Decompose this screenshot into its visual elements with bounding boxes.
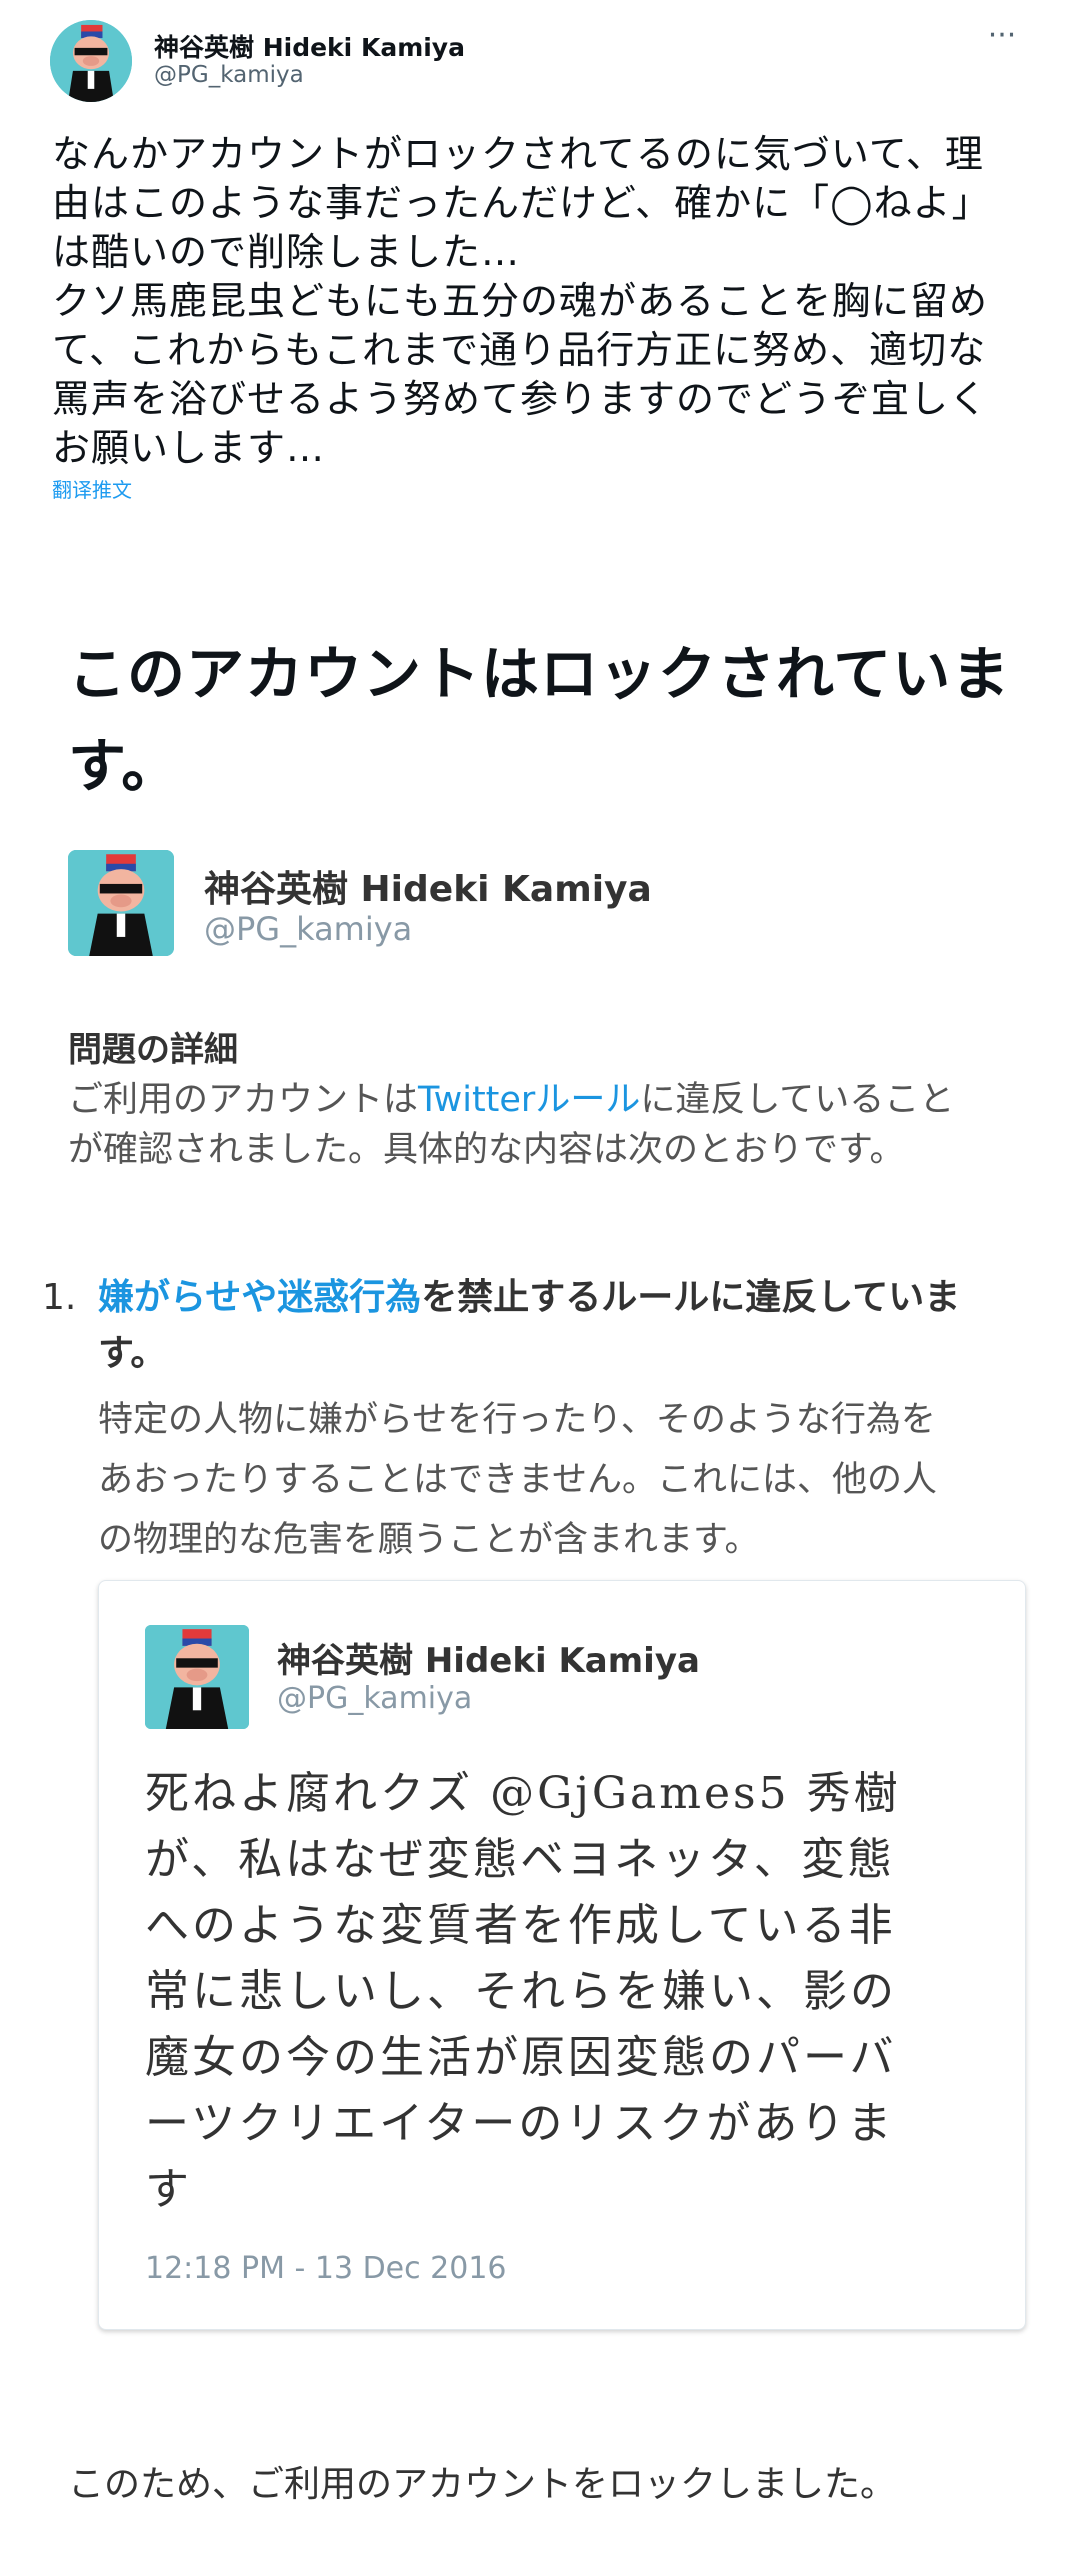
harassment-rule-link[interactable]: 嫌がらせや迷惑行為	[98, 1277, 421, 1318]
avatar-figure-icon	[50, 20, 132, 102]
notice-profile-name: 神谷英樹 Hideki Kamiya	[204, 869, 652, 910]
avatar-figure-icon	[145, 1625, 249, 1729]
author-avatar[interactable]	[50, 20, 132, 102]
quoted-author-name: 神谷英樹 Hideki Kamiya	[277, 1641, 700, 1681]
rule-description: 特定の人物に嫌がらせを行ったり、そのような行為を あおったりすることはできません…	[98, 1400, 937, 1560]
quoted-tweet-text: 死ねよ腐れクズ @GjGames5 秀樹 が、私はなぜ変態ベヨネッタ、変態 への…	[145, 1768, 901, 2215]
notice-footer: このため、ご利用のアカウントをロックしました。	[68, 2464, 897, 2505]
notice-avatar	[68, 850, 174, 956]
rule-title: 嫌がらせや迷惑行為を禁止するルールに違反していま す。	[98, 1270, 1038, 1382]
translate-tweet-link[interactable]: 翻译推文	[52, 474, 132, 503]
quoted-avatar	[145, 1625, 249, 1729]
quoted-author-handle: @PG_kamiya	[277, 1681, 473, 1716]
details-text-pre: ご利用のアカウントは	[68, 1080, 419, 1120]
notice-profile: 神谷英樹 Hideki Kamiya @PG_kamiya	[68, 850, 968, 960]
details-body: ご利用のアカウントはTwitterルールに違反していること が確認されました。具…	[68, 1075, 1038, 1175]
rule-number: 1.	[42, 1277, 77, 1318]
notice-title: このアカウントはロックされていま す。	[68, 640, 1011, 800]
tweet-header: 神谷英樹 Hideki Kamiya @PG_kamiya ···	[50, 20, 1030, 110]
author-name[interactable]: 神谷英樹 Hideki Kamiya	[154, 28, 465, 64]
details-heading: 問題の詳細	[68, 1030, 238, 1070]
twitter-rules-link[interactable]: Twitterルール	[418, 1080, 640, 1120]
more-options-icon[interactable]: ···	[982, 21, 1022, 62]
tweet-attached-image[interactable]: このアカウントはロックされていま す。 神谷英樹 Hideki Kamiya @…	[0, 560, 1080, 2575]
notice-profile-handle: @PG_kamiya	[204, 910, 413, 948]
author-handle[interactable]: @PG_kamiya	[154, 62, 304, 88]
quoted-tweet-card: 神谷英樹 Hideki Kamiya @PG_kamiya 死ねよ腐れクズ @G…	[98, 1580, 1026, 2330]
tweet-text: なんかアカウントがロックされてるのに気づいて、理 由はこのような事だったんだけど…	[52, 132, 991, 470]
avatar-figure-icon	[68, 850, 174, 956]
quoted-tweet-timestamp: 12:18 PM - 13 Dec 2016	[145, 2251, 507, 2286]
